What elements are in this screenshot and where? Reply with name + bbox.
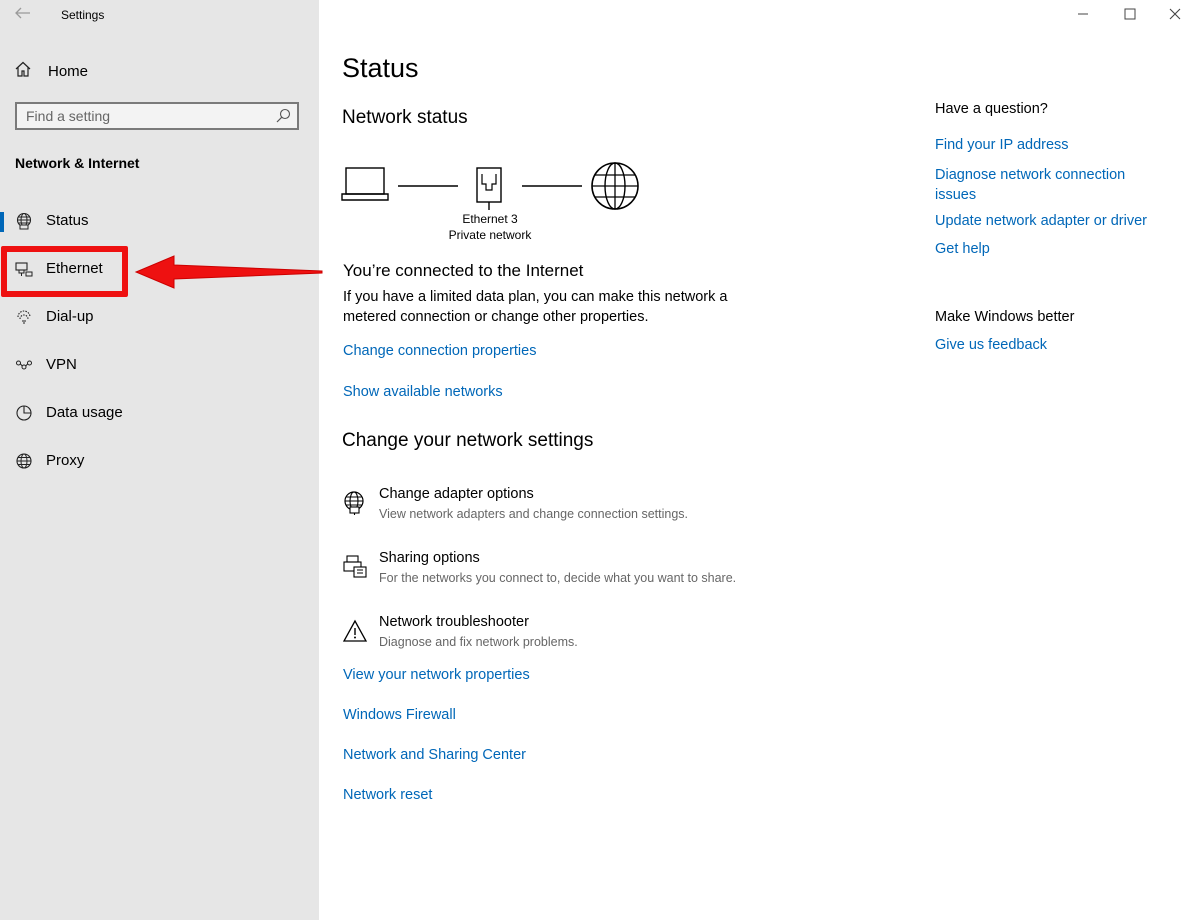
section-heading: Network & Internet — [15, 155, 140, 171]
setting-title: Network troubleshooter — [379, 614, 529, 630]
adapter-globe-icon — [342, 490, 368, 516]
back-arrow-icon[interactable] — [14, 6, 34, 24]
app-title: Settings — [61, 8, 105, 22]
sidebar-item-label: Dial-up — [46, 308, 94, 325]
sidebar-item-label: Proxy — [46, 452, 85, 469]
sidebar-item-label: Data usage — [46, 404, 123, 421]
windows-firewall-link[interactable]: Windows Firewall — [343, 707, 456, 723]
change-adapter-options-item[interactable]: Change adapter options View network adap… — [342, 486, 802, 530]
network-diagram — [340, 158, 645, 218]
network-type: Private network — [448, 228, 532, 242]
setting-subtitle: Diagnose and fix network problems. — [379, 635, 578, 649]
network-caption: Ethernet 3 Private network — [430, 211, 550, 243]
question-heading: Have a question? — [935, 101, 1048, 117]
connection-status-title: You’re connected to the Internet — [343, 261, 584, 280]
sidebar: Settings Home Network & Internet Status … — [0, 0, 319, 920]
page-title: Status — [342, 53, 419, 83]
update-adapter-driver-link[interactable]: Update network adapter or driver — [935, 213, 1147, 229]
make-windows-better-heading: Make Windows better — [935, 309, 1075, 325]
network-name: Ethernet 3 — [462, 212, 518, 226]
sidebar-item-data-usage[interactable]: Data usage — [0, 392, 319, 436]
sidebar-item-label: VPN — [46, 356, 77, 373]
home-nav-item[interactable]: Home — [14, 60, 88, 82]
maximize-icon[interactable] — [1122, 6, 1138, 22]
ethernet-port-icon — [476, 167, 502, 210]
view-network-properties-link[interactable]: View your network properties — [343, 667, 530, 683]
network-sharing-center-link[interactable]: Network and Sharing Center — [343, 747, 526, 763]
vpn-icon — [15, 356, 33, 374]
search-icon[interactable] — [275, 108, 291, 124]
warning-icon — [342, 618, 368, 644]
change-settings-heading: Change your network settings — [342, 430, 594, 451]
network-status-heading: Network status — [342, 107, 468, 128]
minimize-icon[interactable] — [1075, 6, 1091, 22]
change-connection-properties-link[interactable]: Change connection properties — [343, 343, 536, 359]
setting-title: Change adapter options — [379, 486, 534, 502]
home-icon — [14, 60, 32, 83]
laptop-icon — [341, 167, 389, 201]
sharing-icon — [342, 554, 368, 580]
sidebar-item-label: Status — [46, 212, 89, 229]
internet-globe-icon — [591, 162, 639, 210]
close-icon[interactable] — [1167, 6, 1183, 22]
diagnose-connection-link[interactable]: Diagnose network connection issues — [935, 165, 1165, 205]
network-reset-link[interactable]: Network reset — [343, 787, 432, 803]
sidebar-item-proxy[interactable]: Proxy — [0, 440, 319, 484]
network-troubleshooter-item[interactable]: Network troubleshooter Diagnose and fix … — [342, 614, 802, 658]
give-feedback-link[interactable]: Give us feedback — [935, 337, 1047, 353]
annotation-highlight-box — [1, 246, 128, 297]
data-usage-icon — [15, 404, 33, 422]
setting-title: Sharing options — [379, 550, 480, 566]
get-help-link[interactable]: Get help — [935, 241, 990, 257]
show-available-networks-link[interactable]: Show available networks — [343, 384, 503, 400]
sharing-options-item[interactable]: Sharing options For the networks you con… — [342, 550, 802, 594]
active-indicator — [0, 212, 4, 232]
sidebar-item-vpn[interactable]: VPN — [0, 344, 319, 388]
setting-subtitle: View network adapters and change connect… — [379, 507, 688, 521]
connection-status-body: If you have a limited data plan, you can… — [343, 289, 728, 325]
globe-status-icon — [15, 212, 33, 230]
search-input[interactable] — [17, 104, 276, 128]
search-box[interactable] — [15, 102, 299, 130]
find-ip-address-link[interactable]: Find your IP address — [935, 137, 1069, 153]
proxy-globe-icon — [15, 452, 33, 470]
home-label: Home — [48, 62, 89, 80]
setting-subtitle: For the networks you connect to, decide … — [379, 571, 737, 585]
annotation-arrow — [132, 250, 328, 294]
sidebar-item-dial-up[interactable]: Dial-up — [0, 296, 319, 340]
dial-up-icon — [15, 308, 33, 326]
sidebar-item-status[interactable]: Status — [0, 200, 319, 244]
